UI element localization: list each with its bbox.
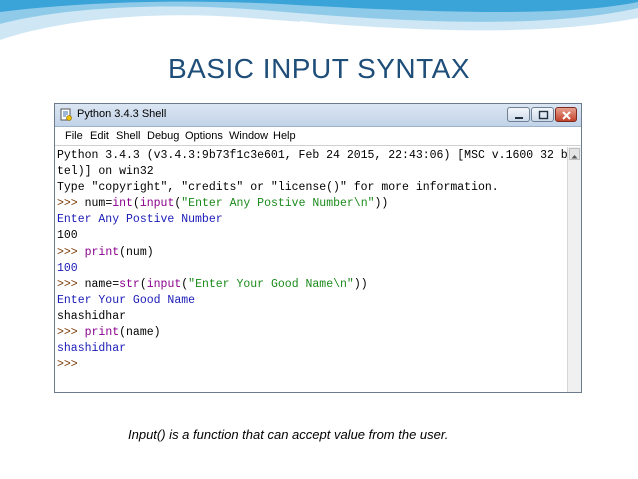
menu-debug[interactable]: Debug <box>147 130 179 142</box>
shell-text-segment: input <box>146 277 182 291</box>
shell-text-segment: (num) <box>119 245 154 259</box>
scroll-up-arrow-icon <box>571 155 578 159</box>
shell-text-segment: >>> <box>57 326 85 340</box>
idle-shell-window: Python 3.4.3 Shell File Edit Shell Debug… <box>54 103 582 393</box>
shell-text-segment: "Enter Your Good Name\n" <box>188 277 354 291</box>
shell-line: Enter Any Postive Number <box>57 212 567 228</box>
menu-file[interactable]: File <box>65 130 83 142</box>
shell-text-segment: )) <box>353 277 368 291</box>
close-button[interactable] <box>555 107 577 122</box>
maximize-button[interactable] <box>531 107 554 122</box>
shell-text-segment: num= <box>84 197 113 211</box>
menu-window[interactable]: Window <box>229 130 268 142</box>
shell-line: shashidhar <box>57 309 567 325</box>
shell-line: >>> print(name) <box>57 325 567 341</box>
slide-title: BASIC INPUT SYNTAX <box>167 53 471 84</box>
shell-text-segment: print <box>84 326 120 340</box>
shell-text-area[interactable]: Python 3.4.3 (v3.4.3:9b73f1c3e601, Feb 2… <box>57 148 567 392</box>
shell-text-segment: ( <box>139 277 147 291</box>
shell-line: 100 <box>57 228 567 244</box>
shell-line: shashidhar <box>57 341 567 357</box>
window-titlebar[interactable]: Python 3.4.3 Shell <box>55 104 581 127</box>
window-title: Python 3.4.3 Shell <box>77 108 167 120</box>
menu-shell[interactable]: Shell <box>116 130 140 142</box>
shell-text-segment: Enter Any Postive Number <box>57 213 223 227</box>
shell-text-segment: "Enter Any Postive Number\n" <box>181 197 375 211</box>
shell-text-segment: 100 <box>57 261 78 275</box>
shell-text-segment: (name) <box>119 326 161 340</box>
menu-help[interactable]: Help <box>273 130 296 142</box>
shell-line: Enter Your Good Name <box>57 293 567 309</box>
shell-text-segment: str <box>119 277 140 291</box>
shell-line: 100 <box>57 261 567 277</box>
python-idle-icon <box>60 108 72 121</box>
menu-edit[interactable]: Edit <box>90 130 109 142</box>
menu-bar: File Edit Shell Debug Options Window Hel… <box>55 127 581 146</box>
slide-caption: Input() is a function that can accept va… <box>128 427 449 442</box>
shell-text-segment: >>> <box>57 277 85 291</box>
shell-line: >>> print(num) <box>57 245 567 261</box>
shell-text-segment: Enter Your Good Name <box>57 293 196 307</box>
shell-text-segment: int <box>112 197 133 211</box>
shell-text-segment: print <box>84 245 120 259</box>
menu-options[interactable]: Options <box>185 130 223 142</box>
shell-text-segment: ( <box>132 197 140 211</box>
shell-line: >>> num=int(input("Enter Any Postive Num… <box>57 196 567 212</box>
shell-line: >>> name=str(input("Enter Your Good Name… <box>57 277 567 293</box>
close-icon <box>562 111 571 120</box>
shell-text-segment: )) <box>374 197 389 211</box>
shell-text-segment: shashidhar <box>57 309 127 323</box>
maximize-icon <box>538 110 549 120</box>
shell-line: Type "copyright", "credits" or "license(… <box>57 180 567 196</box>
shell-text-segment: input <box>139 197 175 211</box>
shell-text-segment: >>> <box>57 245 85 259</box>
shell-line: Python 3.4.3 (v3.4.3:9b73f1c3e601, Feb 2… <box>57 148 567 164</box>
scroll-up-button[interactable] <box>569 148 580 160</box>
shell-text-segment: >>> <box>57 358 85 372</box>
shell-line: >>> <box>57 357 567 373</box>
vertical-scrollbar[interactable] <box>567 147 581 392</box>
minimize-button[interactable] <box>507 107 530 122</box>
shell-text-segment: tel)] on win32 <box>57 165 154 179</box>
shell-text-segment: Type "copyright", "credits" or "license(… <box>57 181 499 195</box>
shell-text-segment: shashidhar <box>57 342 127 356</box>
shell-text-segment: Python 3.4.3 (v3.4.3:9b73f1c3e601, Feb 2… <box>57 149 567 162</box>
shell-line: tel)] on win32 <box>57 164 567 180</box>
shell-text-segment: >>> <box>57 197 85 211</box>
shell-text-segment: 100 <box>57 229 78 243</box>
shell-text-segment: name= <box>84 277 120 291</box>
minimize-icon <box>515 117 523 119</box>
